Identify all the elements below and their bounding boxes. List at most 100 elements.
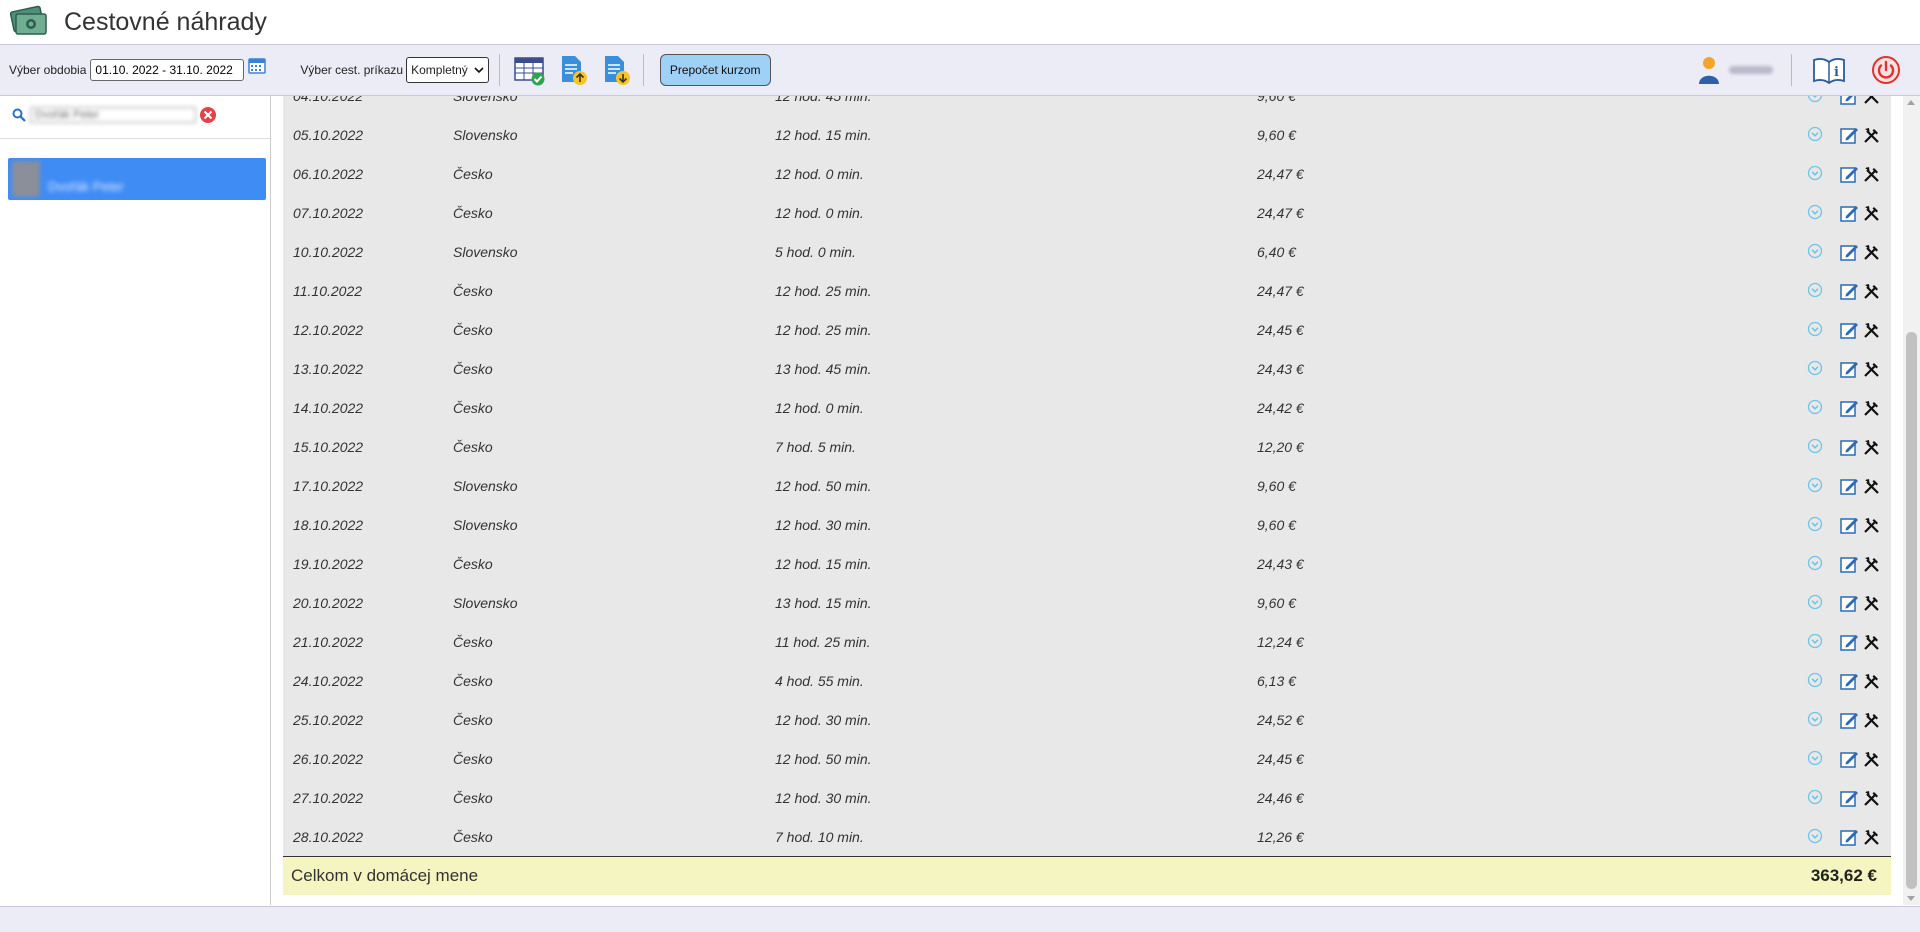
chevron-down-circle-icon[interactable] <box>1807 321 1823 337</box>
chevron-down-circle-icon[interactable] <box>1807 555 1823 571</box>
chevron-down-circle-icon[interactable] <box>1807 594 1823 610</box>
scroll-up-arrow[interactable] <box>1907 100 1915 105</box>
edit-icon[interactable] <box>1840 96 1859 106</box>
chevron-down-circle-icon[interactable] <box>1807 477 1823 493</box>
help-book-icon[interactable]: i <box>1812 56 1846 84</box>
chevron-down-circle-icon[interactable] <box>1807 96 1823 103</box>
meal-icon[interactable] <box>1863 829 1880 846</box>
table-approve-icon[interactable] <box>514 54 546 86</box>
meal-icon[interactable] <box>1863 322 1880 339</box>
chevron-down-circle-icon[interactable] <box>1807 204 1823 220</box>
main-content: 04.10.2022 Slovensko 12 hod. 45 min. 9,60 €… <box>271 96 1903 905</box>
chevron-down-circle-icon[interactable] <box>1807 516 1823 532</box>
edit-icon[interactable] <box>1840 516 1859 535</box>
table-row: 27.10.2022 Česko 12 hod. 30 min. 24,46 € <box>283 779 1891 818</box>
scroll-down-arrow[interactable] <box>1907 896 1915 901</box>
edit-icon[interactable] <box>1840 243 1859 262</box>
edit-icon[interactable] <box>1840 360 1859 379</box>
chevron-down-circle-icon[interactable] <box>1807 672 1823 688</box>
chevron-down-circle-icon[interactable] <box>1807 399 1823 415</box>
edit-icon[interactable] <box>1840 477 1859 496</box>
row-duration: 12 hod. 0 min. <box>775 400 864 416</box>
meal-icon[interactable] <box>1863 127 1880 144</box>
chevron-down-circle-icon[interactable] <box>1807 165 1823 181</box>
chevron-down-circle-icon[interactable] <box>1807 711 1823 727</box>
chevron-down-circle-icon[interactable] <box>1807 438 1823 454</box>
employee-avatar <box>12 161 40 197</box>
edit-icon[interactable] <box>1840 321 1859 340</box>
edit-icon[interactable] <box>1840 204 1859 223</box>
edit-icon[interactable] <box>1840 672 1859 691</box>
meal-icon[interactable] <box>1863 556 1880 573</box>
calendar-icon[interactable] <box>248 56 267 74</box>
row-country: Česko <box>453 322 493 338</box>
app-title: Cestovné náhrady <box>64 7 267 36</box>
meal-icon[interactable] <box>1863 478 1880 495</box>
meal-icon[interactable] <box>1863 96 1880 105</box>
chevron-down-circle-icon[interactable] <box>1807 828 1823 844</box>
vertical-scrollbar[interactable] <box>1903 96 1920 905</box>
edit-icon[interactable] <box>1840 126 1859 145</box>
edit-icon[interactable] <box>1840 828 1859 847</box>
edit-icon[interactable] <box>1840 282 1859 301</box>
order-select[interactable]: Kompletný <box>406 57 489 83</box>
table-row: 05.10.2022 Slovensko 12 hod. 15 min. 9,60 € <box>283 116 1891 155</box>
chevron-down-circle-icon[interactable] <box>1807 789 1823 805</box>
row-date: 13.10.2022 <box>293 361 364 377</box>
meal-icon[interactable] <box>1863 244 1880 261</box>
edit-icon[interactable] <box>1840 399 1859 418</box>
chevron-down-circle-icon[interactable] <box>1807 126 1823 142</box>
meal-icon[interactable] <box>1863 400 1880 417</box>
power-icon[interactable] <box>1872 56 1900 84</box>
edit-icon[interactable] <box>1840 594 1859 613</box>
edit-icon[interactable] <box>1840 633 1859 652</box>
edit-icon[interactable] <box>1840 555 1859 574</box>
meal-icon[interactable] <box>1863 595 1880 612</box>
row-country: Česko <box>453 790 493 806</box>
row-duration: 12 hod. 15 min. <box>775 127 872 143</box>
meal-icon[interactable] <box>1863 751 1880 768</box>
meal-icon[interactable] <box>1863 166 1880 183</box>
meal-icon[interactable] <box>1863 517 1880 534</box>
employee-search-input[interactable] <box>30 107 196 123</box>
meal-icon[interactable] <box>1863 205 1880 222</box>
meal-icon[interactable] <box>1863 283 1880 300</box>
chevron-down-circle-icon[interactable] <box>1807 750 1823 766</box>
edit-icon[interactable] <box>1840 789 1859 808</box>
chevron-down-circle-icon[interactable] <box>1807 360 1823 376</box>
edit-icon[interactable] <box>1840 750 1859 769</box>
meal-icon[interactable] <box>1863 712 1880 729</box>
row-date: 28.10.2022 <box>293 829 364 845</box>
meal-icon[interactable] <box>1863 634 1880 651</box>
row-duration: 7 hod. 10 min. <box>775 829 864 845</box>
recalc-rate-button[interactable]: Prepočet kurzom <box>659 54 771 86</box>
row-country: Slovensko <box>453 595 518 611</box>
row-amount: 12,26 € <box>1257 829 1304 845</box>
row-duration: 12 hod. 25 min. <box>775 322 872 338</box>
clear-search-icon[interactable] <box>199 106 217 124</box>
meal-icon[interactable] <box>1863 790 1880 807</box>
period-input[interactable] <box>90 59 245 81</box>
employee-list-item[interactable]: Dvořák Peter <box>8 158 266 200</box>
row-date: 10.10.2022 <box>293 244 364 260</box>
scrollbar-thumb[interactable] <box>1906 332 1917 889</box>
row-date: 05.10.2022 <box>293 127 364 143</box>
row-country: Česko <box>453 712 493 728</box>
allowance-table: 04.10.2022 Slovensko 12 hod. 45 min. 9,60 €… <box>283 96 1891 856</box>
user-icon[interactable] <box>1697 55 1721 85</box>
row-duration: 11 hod. 25 min. <box>775 634 871 650</box>
chevron-down-circle-icon[interactable] <box>1807 282 1823 298</box>
meal-icon[interactable] <box>1863 361 1880 378</box>
edit-icon[interactable] <box>1840 711 1859 730</box>
employee-name: Dvořák Peter <box>48 178 124 194</box>
meal-icon[interactable] <box>1863 439 1880 456</box>
edit-icon[interactable] <box>1840 165 1859 184</box>
chevron-down-circle-icon[interactable] <box>1807 633 1823 649</box>
row-date: 18.10.2022 <box>293 517 364 533</box>
edit-icon[interactable] <box>1840 438 1859 457</box>
meal-icon[interactable] <box>1863 673 1880 690</box>
employee-panel: Dvořák Peter <box>0 96 271 905</box>
chevron-down-circle-icon[interactable] <box>1807 243 1823 259</box>
document-download-icon[interactable] <box>600 54 632 86</box>
document-upload-icon[interactable] <box>557 54 589 86</box>
